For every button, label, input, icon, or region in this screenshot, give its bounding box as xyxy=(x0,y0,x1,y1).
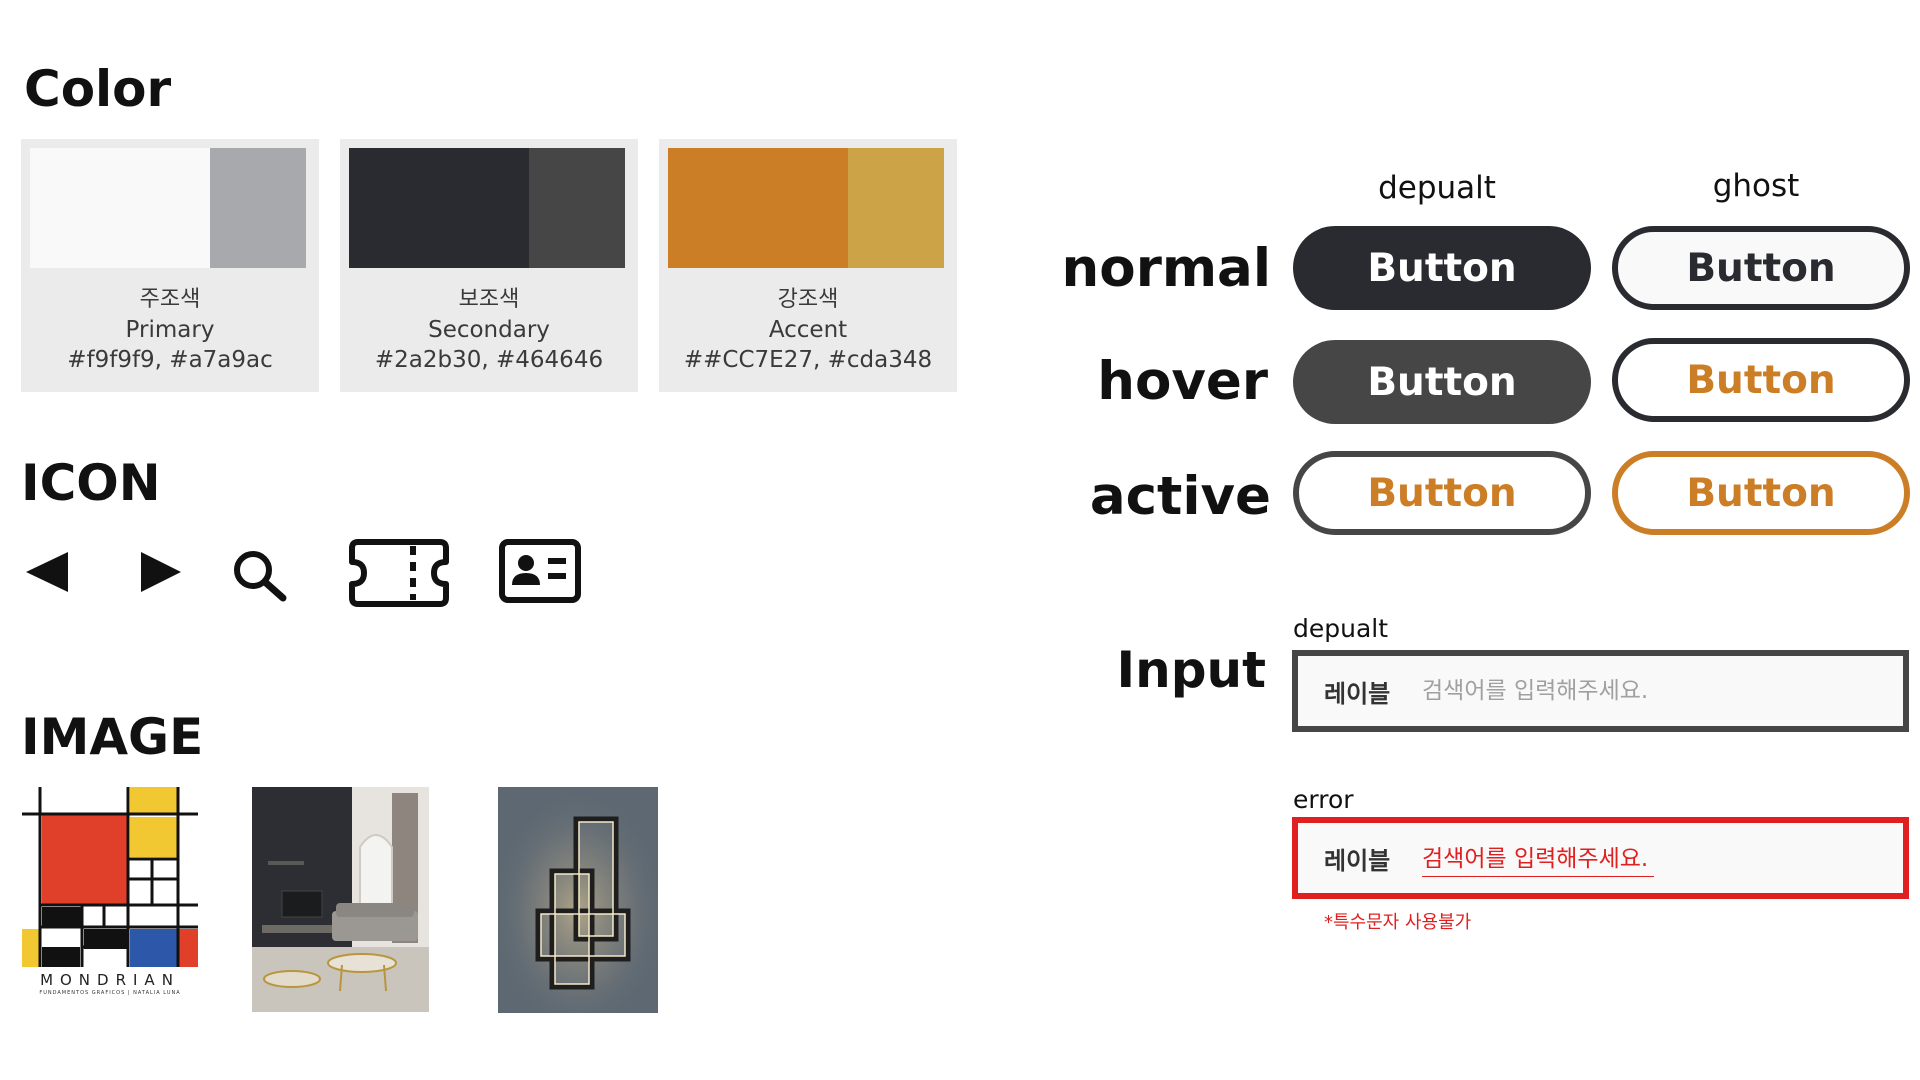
default-button-normal[interactable]: Button xyxy=(1293,226,1591,310)
column-header-ghost: ghost xyxy=(1712,168,1800,204)
color-codes: #f9f9f9, #a7a9ac xyxy=(67,347,273,373)
color-card-accent: 강조색 Accent ##CC7E27, #cda348 xyxy=(659,139,957,392)
color-codes: ##CC7E27, #cda348 xyxy=(683,347,933,373)
mondrian-image: MONDRIAN FUNDAMENTOS GRAFICOS | NATALIA … xyxy=(22,787,198,1002)
default-button-hover[interactable]: Button xyxy=(1293,340,1591,424)
input-section-label: Input xyxy=(1116,641,1267,699)
input-default: 레이블 xyxy=(1292,650,1909,732)
arrow-right-icon[interactable] xyxy=(139,550,183,594)
state-label-hover: hover xyxy=(1097,351,1268,412)
arrow-left-icon[interactable] xyxy=(24,550,68,594)
input-error-message: *특수문자 사용불가 xyxy=(1324,912,1472,933)
input-error-title: error xyxy=(1293,785,1354,814)
mondrian-subcaption: FUNDAMENTOS GRAFICOS | NATALIA LUNA xyxy=(39,990,181,996)
input-field-label: 레이블 xyxy=(1324,846,1391,875)
ghost-button-normal[interactable]: Button xyxy=(1612,226,1910,310)
color-card-secondary: 보조색 Secondary #2a2b30, #464646 xyxy=(340,139,638,392)
id-card-icon[interactable] xyxy=(498,538,582,604)
color-korean-label: 주조색 xyxy=(139,287,201,312)
color-section-title: Color xyxy=(24,60,172,118)
ghost-button-active[interactable]: Button xyxy=(1612,451,1910,535)
color-name: Secondary xyxy=(428,317,550,343)
column-header-default: depualt xyxy=(1378,170,1496,206)
swatch-secondary-sub xyxy=(529,148,625,268)
swatch-primary-sub xyxy=(210,148,306,268)
state-label-normal: normal xyxy=(1061,238,1271,299)
input-field-label: 레이블 xyxy=(1324,679,1391,708)
color-korean-label: 보조색 xyxy=(458,287,520,312)
ghost-button-hover[interactable]: Button xyxy=(1612,338,1910,422)
wall-lamp-photo xyxy=(498,787,658,1013)
search-input-error[interactable]: 검색어를 입력해주세요. xyxy=(1422,839,1655,877)
default-button-active[interactable]: Button xyxy=(1293,451,1591,535)
color-card-primary: 주조색 Primary #f9f9f9, #a7a9ac xyxy=(21,139,319,392)
mondrian-caption: MONDRIAN xyxy=(40,971,180,989)
search-input-default[interactable] xyxy=(1422,678,1862,704)
swatch-secondary-main xyxy=(349,148,529,268)
swatch-primary-main xyxy=(30,148,210,268)
swatch-accent-sub xyxy=(848,148,944,268)
swatch-accent-main xyxy=(668,148,848,268)
state-label-active: active xyxy=(1089,466,1271,527)
input-error: 레이블 검색어를 입력해주세요. xyxy=(1292,817,1909,899)
input-default-title: depualt xyxy=(1293,614,1389,643)
color-name: Primary xyxy=(125,317,215,343)
color-codes: #2a2b30, #464646 xyxy=(374,347,604,373)
color-korean-label: 강조색 xyxy=(777,287,839,312)
image-section-title: IMAGE xyxy=(21,708,204,766)
icon-section-title: ICON xyxy=(21,454,161,512)
color-name: Accent xyxy=(768,317,848,343)
interior-photo-living-room xyxy=(252,787,429,1012)
search-icon[interactable] xyxy=(229,548,291,604)
ticket-icon[interactable] xyxy=(348,538,450,608)
